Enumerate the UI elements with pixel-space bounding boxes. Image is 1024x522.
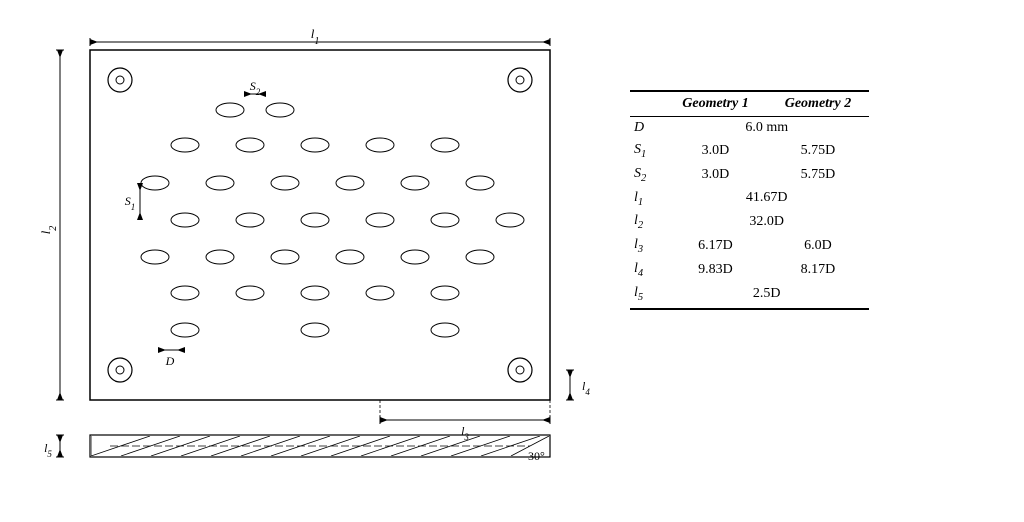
angle-label: 30° xyxy=(528,449,545,463)
row-label-l4: l4 xyxy=(630,258,664,282)
main-container: l1 l2 xyxy=(0,0,1024,522)
table-row: l1 41.67D xyxy=(630,187,869,211)
l5-label: l5 xyxy=(44,441,52,459)
table-row: l4 9.83D 8.17D xyxy=(630,258,869,282)
diagram-area: l1 l2 xyxy=(10,10,610,512)
row-label-l2: l2 xyxy=(630,210,664,234)
row-val-l3-g2: 6.0D xyxy=(767,234,869,258)
geometry-table: Geometry 1 Geometry 2 D 6.0 mm S1 3.0D 5… xyxy=(630,90,869,310)
diagram-svg: l1 l2 xyxy=(30,20,590,470)
row-label-l5: l5 xyxy=(630,282,664,309)
table-row: S1 3.0D 5.75D xyxy=(630,139,869,163)
d-label: D xyxy=(165,354,175,368)
table-row: l5 2.5D xyxy=(630,282,869,309)
row-label-l3: l3 xyxy=(630,234,664,258)
row-val-l3-g1: 6.17D xyxy=(664,234,766,258)
row-val-D: 6.0 mm xyxy=(664,117,869,140)
col-empty xyxy=(630,91,664,117)
row-val-s2-g2: 5.75D xyxy=(767,163,869,187)
row-val-s1-g1: 3.0D xyxy=(664,139,766,163)
table-row: l2 32.0D xyxy=(630,210,869,234)
row-val-l4-g2: 8.17D xyxy=(767,258,869,282)
l1-label: l1 xyxy=(311,26,320,47)
table-row: D 6.0 mm xyxy=(630,117,869,140)
row-val-l5: 2.5D xyxy=(664,282,869,309)
row-val-l1: 41.67D xyxy=(664,187,869,211)
row-label-l1: l1 xyxy=(630,187,664,211)
table-row: S2 3.0D 5.75D xyxy=(630,163,869,187)
table-area: Geometry 1 Geometry 2 D 6.0 mm S1 3.0D 5… xyxy=(610,10,1014,512)
row-label-D: D xyxy=(630,117,664,140)
row-val-l2: 32.0D xyxy=(664,210,869,234)
col-geom2: Geometry 2 xyxy=(767,91,869,117)
col-geom1: Geometry 1 xyxy=(664,91,766,117)
row-val-l4-g1: 9.83D xyxy=(664,258,766,282)
row-label-s2: S2 xyxy=(630,163,664,187)
s1-label: S1 xyxy=(125,194,136,212)
l2-label: l2 xyxy=(38,226,59,235)
row-val-s2-g1: 3.0D xyxy=(664,163,766,187)
row-label-s1: S1 xyxy=(630,139,664,163)
row-val-s1-g2: 5.75D xyxy=(767,139,869,163)
l4-label: l4 xyxy=(582,379,590,397)
table-row: l3 6.17D 6.0D xyxy=(630,234,869,258)
l3-label: l3 xyxy=(461,424,469,442)
